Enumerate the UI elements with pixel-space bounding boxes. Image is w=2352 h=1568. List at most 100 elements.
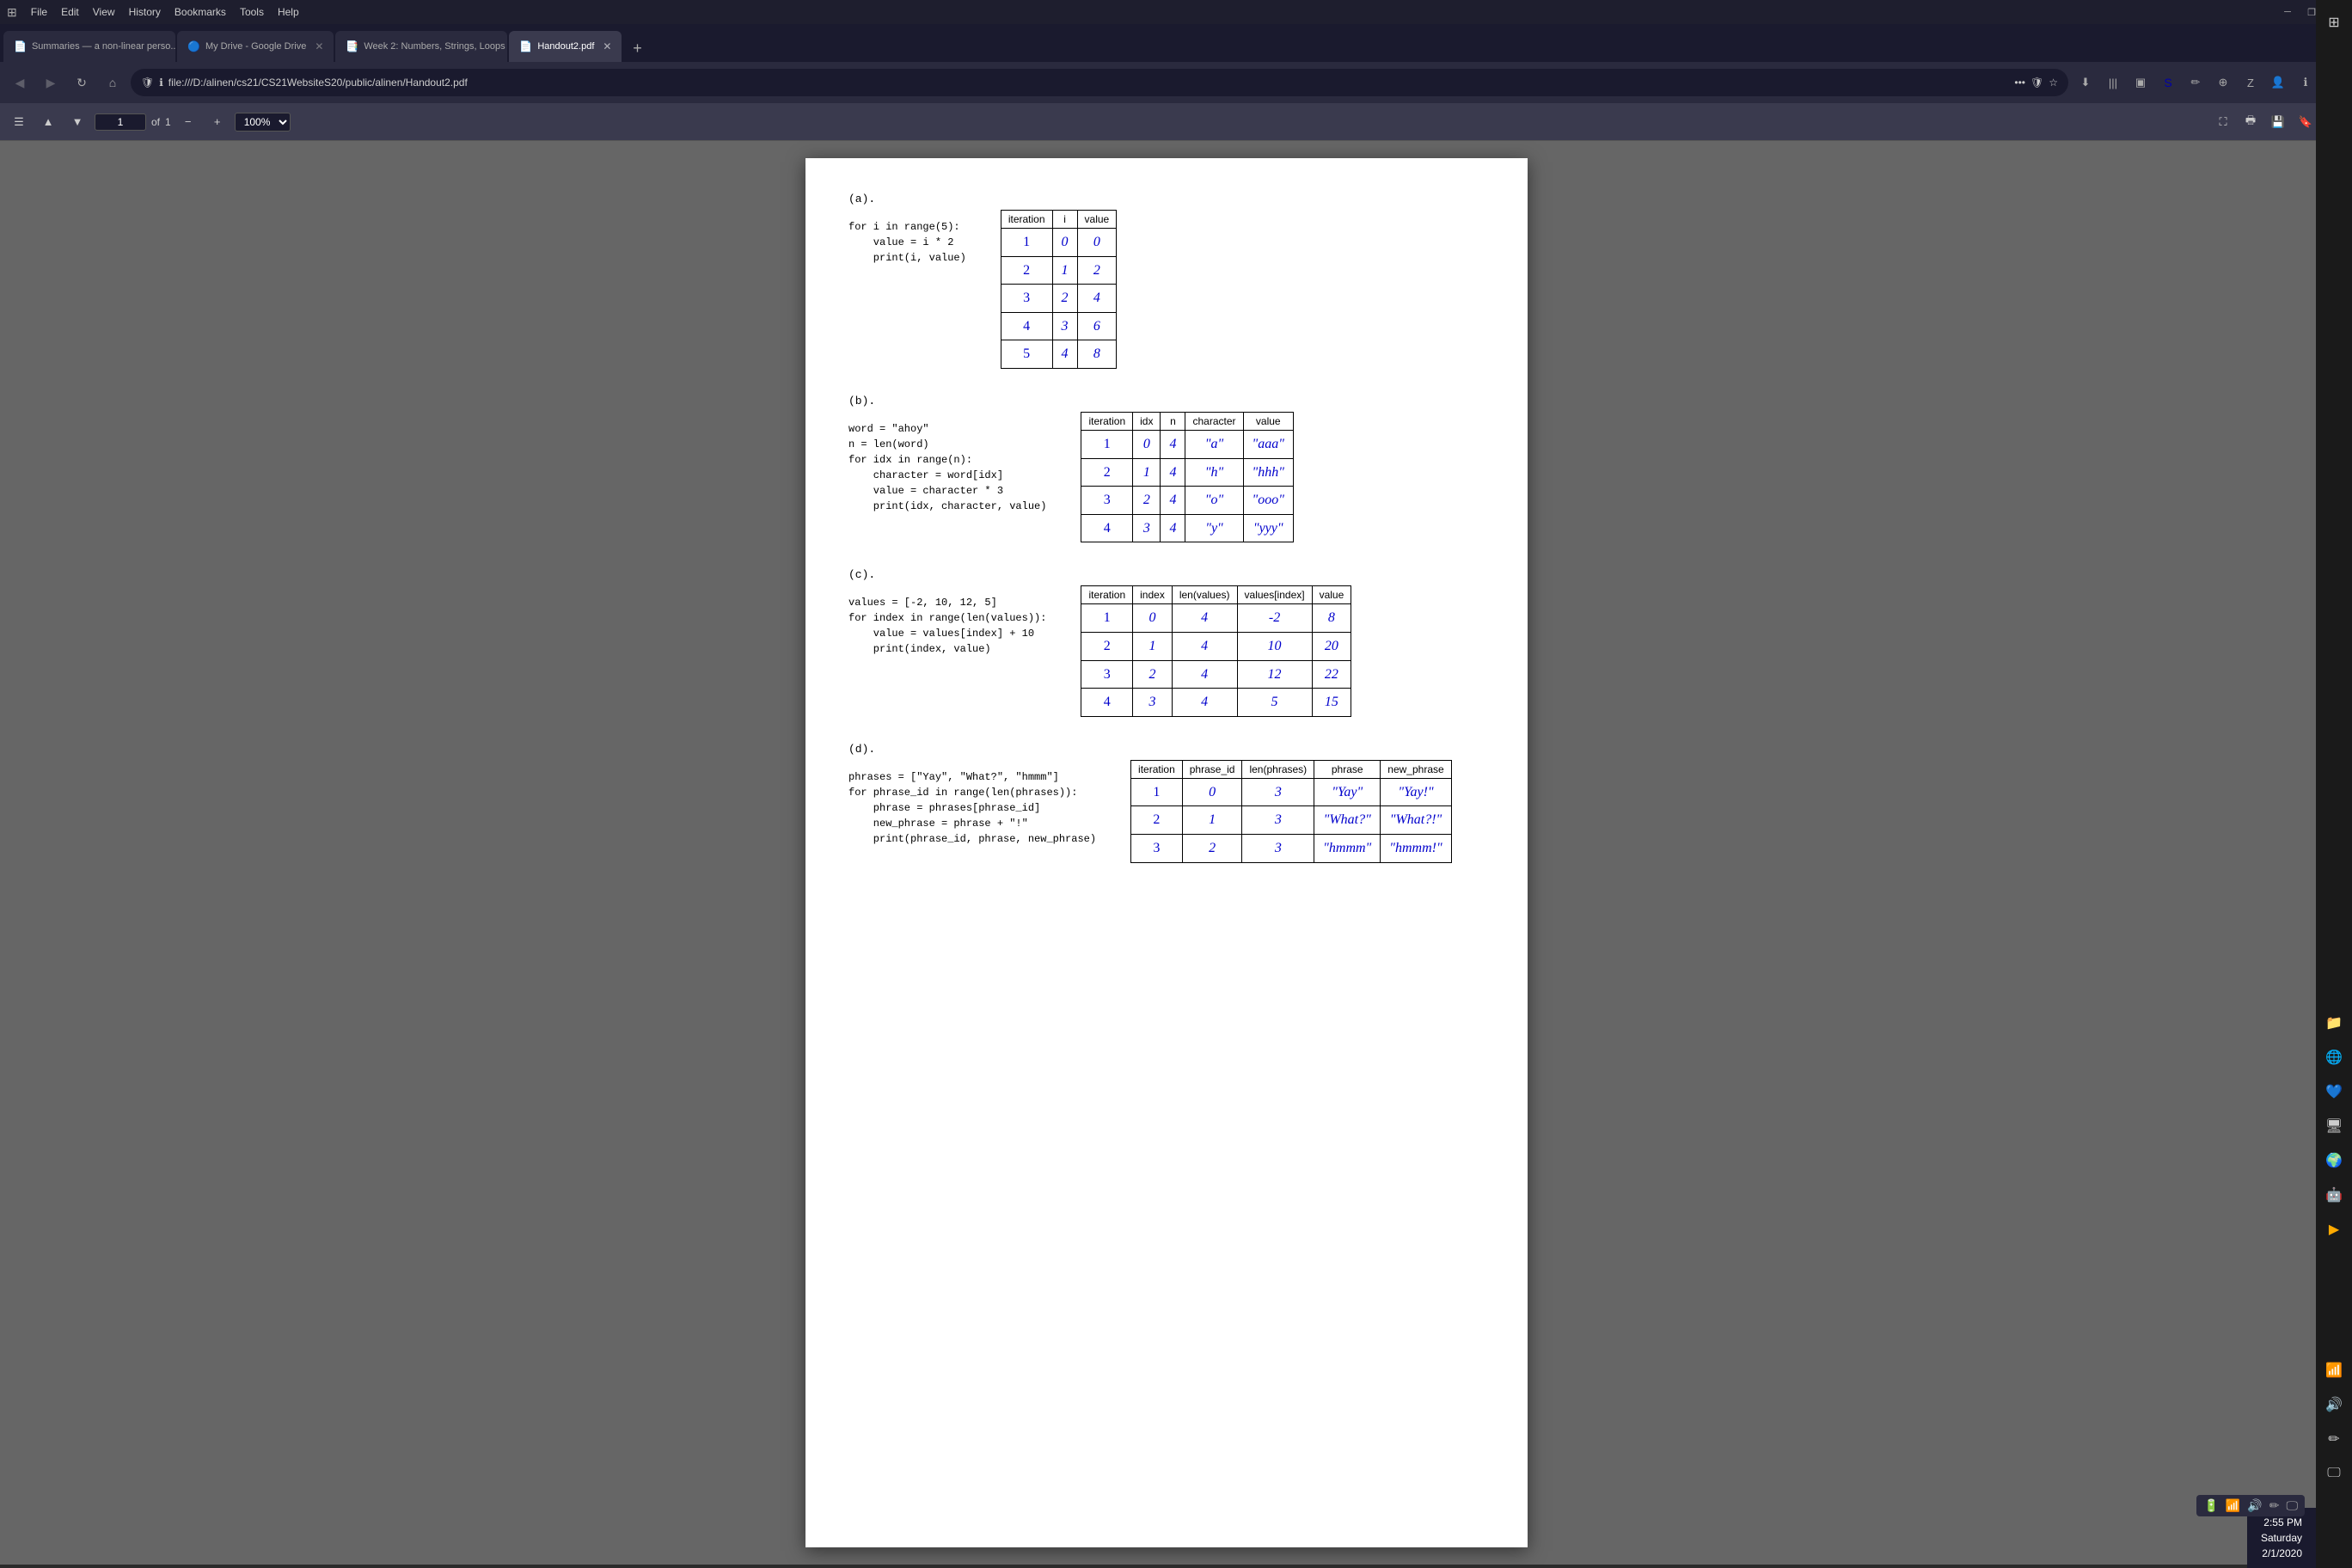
section-b-col-idx: idx <box>1133 412 1161 430</box>
menu-bookmarks[interactable]: Bookmarks <box>168 6 233 18</box>
download-icon[interactable]: ⬇ <box>2073 70 2098 95</box>
pdf-container: (a). for i in range(5): value = i * 2 pr… <box>0 141 2333 1565</box>
tab-week2[interactable]: 📑 Week 2: Numbers, Strings, Loops ✕ <box>335 31 507 62</box>
table-row: 212 <box>1001 256 1116 285</box>
table-row: 214 "h" "hhh" <box>1081 458 1294 487</box>
tab-gdrive-label: My Drive - Google Drive <box>205 41 306 52</box>
display-icon[interactable]: 🖥 <box>2318 1111 2349 1142</box>
pdf-page-input[interactable] <box>95 113 146 131</box>
pdf-fullscreen-icon[interactable]: ⛶ <box>2211 110 2235 134</box>
robot-icon[interactable]: 🤖 <box>2318 1179 2349 1210</box>
section-c-col-valuesindex: values[index] <box>1237 586 1312 604</box>
table-row: 434 "y" "yyy" <box>1081 514 1294 542</box>
tab-gdrive-icon: 🔵 <box>187 40 200 52</box>
pdf-zoom-select[interactable]: 100% 75% 125% 150% <box>235 113 291 132</box>
section-d: (d). phrases = ["Yay", "What?", "hmmm"] … <box>848 743 1485 863</box>
library-icon[interactable]: ||| <box>2101 70 2125 95</box>
menu-file[interactable]: File <box>24 6 54 18</box>
pdf-up-button[interactable]: ▲ <box>36 110 60 134</box>
pdf-page-of: of <box>151 116 160 128</box>
tab-summaries-icon: 📄 <box>14 40 27 52</box>
chrome-icon[interactable]: 🌐 <box>2318 1042 2349 1073</box>
pdf-print-icon[interactable]: 🖶 <box>2239 110 2263 134</box>
more-icon[interactable]: ••• <box>2014 77 2025 89</box>
menu-tools[interactable]: Tools <box>233 6 271 18</box>
arrow-icon[interactable]: ▶ <box>2318 1214 2349 1245</box>
pdf-zoom-in[interactable]: + <box>205 110 230 134</box>
section-c-col-value: value <box>1312 586 1351 604</box>
refresh-button[interactable]: ↻ <box>69 70 95 95</box>
battery-icon[interactable]: 🔋 <box>2203 1498 2218 1513</box>
tab-handout2-icon: 📄 <box>519 40 532 52</box>
pdf-zoom-out[interactable]: − <box>176 110 200 134</box>
wifi-icon[interactable]: 📶 <box>2318 1355 2349 1386</box>
section-b-col-n: n <box>1161 412 1185 430</box>
tab-bar: 📄 Summaries — a non-linear perso... ✕ 🔵 … <box>0 24 2352 62</box>
tab-summaries[interactable]: 📄 Summaries — a non-linear perso... ✕ <box>3 31 175 62</box>
system-tray-icons: 🔋 📶 🔊 ✏ 🖵 <box>2196 1495 2305 1516</box>
star-icon[interactable]: ☆ <box>2049 77 2058 89</box>
back-button[interactable]: ◀ <box>7 70 33 95</box>
section-a-label: (a). <box>848 193 966 205</box>
volume-icon[interactable]: 🔊 <box>2318 1389 2349 1420</box>
person-icon[interactable]: 👤 <box>2266 70 2290 95</box>
section-b-label: (b). <box>848 395 1046 407</box>
pen-nav-icon[interactable]: ✏ <box>2184 70 2208 95</box>
section-a-col-iteration: iteration <box>1001 211 1052 229</box>
section-d-col-newphrase: new_phrase <box>1381 760 1451 778</box>
bookmark-icon[interactable]: 🛡 <box>2030 77 2043 89</box>
tab-handout2-close[interactable]: ✕ <box>603 40 611 52</box>
pdf-sidebar-toggle[interactable]: ☰ <box>7 110 31 134</box>
info-nav-icon[interactable]: ℹ <box>2294 70 2318 95</box>
minimize-button[interactable]: ─ <box>2278 3 2297 21</box>
table-row: 434 515 <box>1081 689 1351 717</box>
pdf-page: (a). for i in range(5): value = i * 2 pr… <box>805 158 1528 1547</box>
table-row: 324 <box>1001 285 1116 313</box>
section-a-handwritten-table: iteration i value 100 212 324 436 548 <box>1001 210 1117 369</box>
table-row: 214 1020 <box>1081 632 1351 660</box>
pdf-toolbar: ☰ ▲ ▼ of 1 − + 100% 75% 125% 150% ⛶ 🖶 💾 … <box>0 103 2352 141</box>
clock-day: Saturday <box>2261 1530 2302 1546</box>
section-b-col-character: character <box>1185 412 1243 430</box>
lifeguard-icon[interactable]: ⊕ <box>2211 70 2235 95</box>
tab-summaries-label: Summaries — a non-linear perso... <box>32 41 175 52</box>
sidebar-toggle-icon[interactable]: ▣ <box>2128 70 2153 95</box>
navigation-bar: ◀ ▶ ↻ ⌂ 🛡 ℹ file:///D:/alinen/cs21/CS21W… <box>0 62 2352 103</box>
menu-history[interactable]: History <box>122 6 168 18</box>
section-a-col-value: value <box>1077 211 1117 229</box>
tab-handout2-label: Handout2.pdf <box>537 41 594 52</box>
tab-gdrive-close[interactable]: ✕ <box>315 40 323 52</box>
menu-edit[interactable]: Edit <box>54 6 86 18</box>
volume-tray-icon[interactable]: 🔊 <box>2247 1498 2262 1513</box>
pdf-down-button[interactable]: ▼ <box>65 110 89 134</box>
menu-help[interactable]: Help <box>271 6 306 18</box>
new-tab-button[interactable]: + <box>623 34 651 62</box>
earth-icon[interactable]: 🌍 <box>2318 1145 2349 1176</box>
pdf-bookmark-icon[interactable]: 🔖 <box>2294 110 2318 134</box>
vscode-icon[interactable]: 💙 <box>2318 1076 2349 1107</box>
section-d-code: (d). phrases = ["Yay", "What?", "hmmm"] … <box>848 743 1096 857</box>
section-d-col-phraseid: phrase_id <box>1182 760 1242 778</box>
menu-view[interactable]: View <box>86 6 122 18</box>
forward-button[interactable]: ▶ <box>38 70 64 95</box>
monitor-tray-icon[interactable]: 🖵 <box>2287 1498 2299 1513</box>
skype-icon[interactable]: S <box>2156 70 2180 95</box>
windows-logo-icon[interactable]: ⊞ <box>2318 7 2349 38</box>
monitor-icon[interactable]: 🖵 <box>2318 1458 2349 1489</box>
zotero-icon[interactable]: Z <box>2239 70 2263 95</box>
menu-bar: ⊞ File Edit View History Bookmarks Tools… <box>0 0 2352 24</box>
table-row: 213 "What?""What?!" <box>1131 806 1452 835</box>
home-button[interactable]: ⌂ <box>100 70 126 95</box>
pen-icon[interactable]: ✏ <box>2318 1424 2349 1455</box>
section-c-col-iteration: iteration <box>1081 586 1133 604</box>
clock-date: 2/1/2020 <box>2261 1546 2302 1561</box>
wifi-tray-icon[interactable]: 📶 <box>2226 1498 2240 1513</box>
pen-tray-icon[interactable]: ✏ <box>2269 1498 2280 1513</box>
section-a-col-i: i <box>1052 211 1077 229</box>
section-d-handwritten-table: iteration phrase_id len(phrases) phrase … <box>1130 760 1452 863</box>
address-bar[interactable]: 🛡 ℹ file:///D:/alinen/cs21/CS21WebsiteS2… <box>131 69 2068 96</box>
tab-handout2[interactable]: 📄 Handout2.pdf ✕ <box>509 31 622 62</box>
pdf-save-icon[interactable]: 💾 <box>2266 110 2290 134</box>
tab-gdrive[interactable]: 🔵 My Drive - Google Drive ✕ <box>177 31 334 62</box>
file-explorer-icon[interactable]: 📁 <box>2318 1008 2349 1038</box>
